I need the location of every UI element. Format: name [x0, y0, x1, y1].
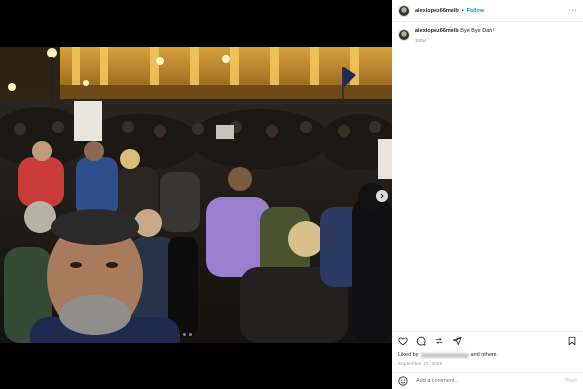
media-area — [0, 0, 392, 389]
carousel-dot-active — [183, 333, 186, 336]
caption-username[interactable]: alexlopez66melb — [415, 28, 459, 34]
comment-icon[interactable] — [416, 336, 426, 346]
more-options-icon[interactable]: ··· — [569, 7, 578, 14]
bookmark-icon[interactable] — [567, 336, 577, 346]
likes-line: Liked by and others — [398, 352, 497, 358]
action-bar — [392, 331, 583, 349]
carousel-indicator — [183, 333, 192, 336]
header-username[interactable]: alexlopez66melb — [415, 8, 459, 14]
post-date: September 27, 2021 — [398, 361, 443, 366]
avatar[interactable] — [398, 29, 410, 41]
header-separator: • — [461, 7, 464, 14]
caption-text: Bye Bye Dan! — [458, 28, 494, 34]
crowd-photo-image — [0, 47, 392, 343]
follow-button[interactable]: Follow — [467, 8, 484, 14]
add-comment-bar: Post — [392, 372, 583, 389]
post-side-panel: alexlopez66melb • Follow ··· alexlopez66… — [392, 0, 583, 389]
emoji-icon[interactable] — [398, 376, 408, 386]
heart-icon[interactable] — [398, 336, 408, 346]
caption-comment: alexlopez66melb Bye Bye Dan! 150w — [392, 22, 583, 49]
carousel-dot — [189, 333, 192, 336]
post-comment-button[interactable]: Post — [565, 378, 577, 384]
redacted-username — [420, 352, 469, 358]
likes-suffix[interactable]: and others — [471, 352, 497, 358]
caption-timestamp: 150w — [415, 38, 426, 43]
caption-body: alexlopez66melb Bye Bye Dan! 150w — [415, 28, 494, 43]
post-header: alexlopez66melb • Follow ··· — [392, 0, 583, 22]
share-icon[interactable] — [434, 336, 444, 346]
caption-text-line: alexlopez66melb Bye Bye Dan! — [415, 28, 494, 35]
carousel-next-button[interactable] — [376, 190, 388, 202]
send-icon[interactable] — [452, 336, 462, 346]
post-photo[interactable] — [0, 47, 392, 343]
comment-input[interactable] — [416, 378, 566, 384]
avatar[interactable] — [398, 4, 410, 17]
likes-prefix: Liked by — [398, 352, 419, 358]
instagram-post-view: alexlopez66melb • Follow ··· alexlopez66… — [0, 0, 583, 389]
chevron-right-icon — [380, 193, 384, 199]
